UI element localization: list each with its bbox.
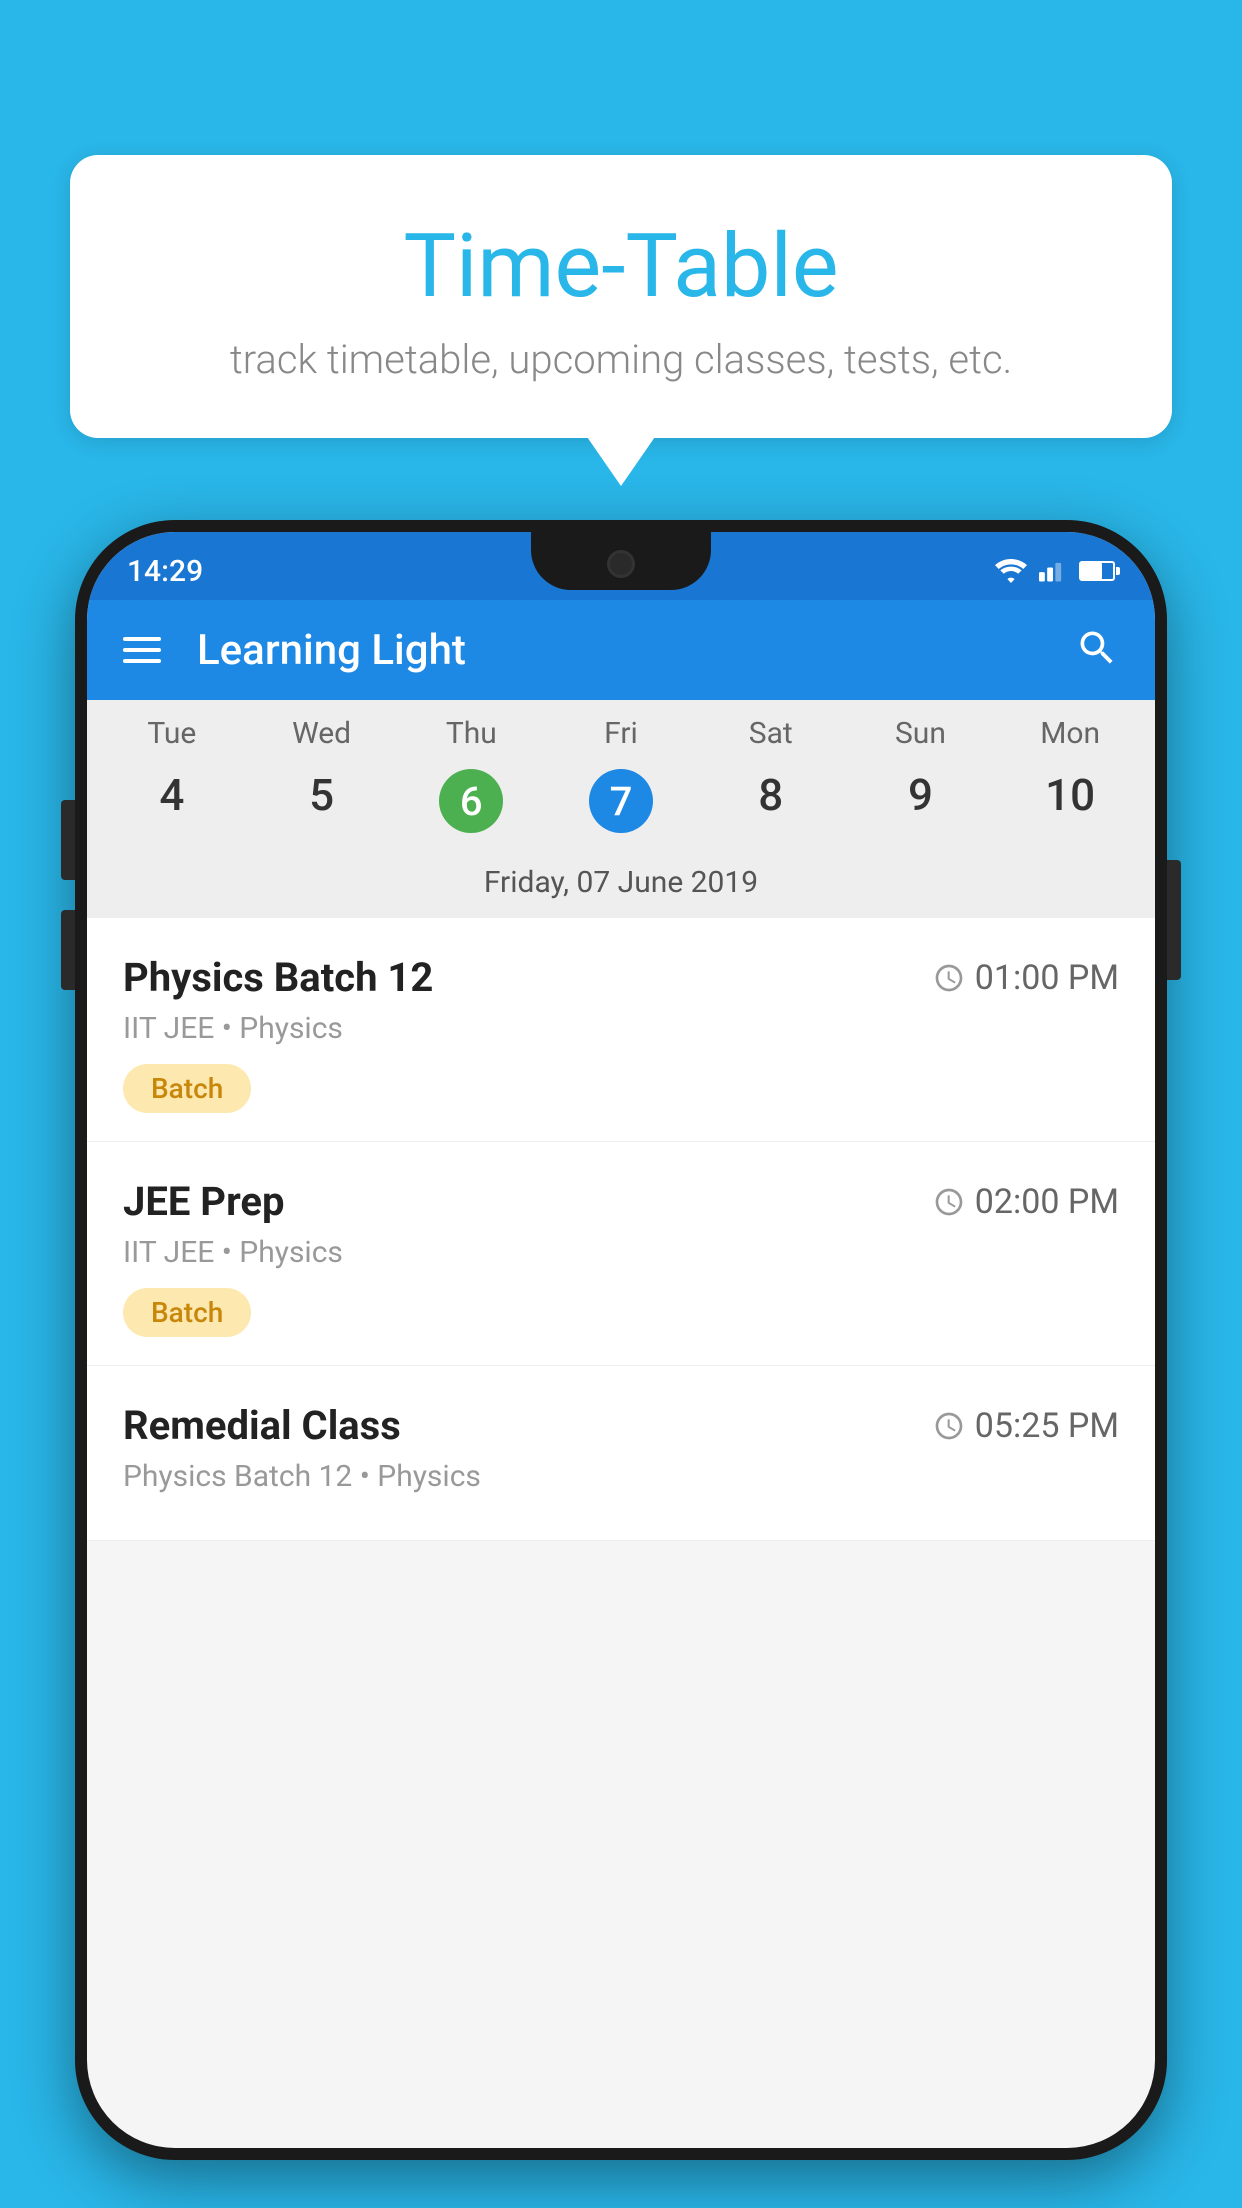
wifi-icon	[995, 559, 1027, 583]
day-numbers: 4 5 6 7 8 9 10	[87, 761, 1155, 855]
day-4[interactable]: 4	[97, 761, 247, 841]
class-item-physics-batch[interactable]: Physics Batch 12 01:00 PM IIT JEE • Phys…	[87, 918, 1155, 1142]
hamburger-line-2	[123, 648, 161, 652]
menu-button[interactable]	[123, 637, 161, 663]
volume-down-button[interactable]	[61, 910, 75, 990]
app-title: Learning Light	[197, 626, 1039, 675]
calendar-strip: Tue Wed Thu Fri Sat Sun Mon 4 5 6 7	[87, 700, 1155, 918]
search-button[interactable]	[1075, 626, 1119, 674]
day-9[interactable]: 9	[846, 761, 996, 841]
phone-screen: 14:29	[87, 532, 1155, 2148]
day-5[interactable]: 5	[247, 761, 397, 841]
app-feature-title: Time-Table	[120, 215, 1122, 318]
day-header-sat: Sat	[696, 716, 846, 761]
day-6[interactable]: 6	[396, 761, 546, 841]
day-8[interactable]: 8	[696, 761, 846, 841]
class-item-header-1: Physics Batch 12 01:00 PM	[123, 954, 1119, 1001]
time-text-2: 02:00 PM	[975, 1182, 1119, 1222]
class-time-1: 01:00 PM	[933, 958, 1119, 998]
class-item-remedial[interactable]: Remedial Class 05:25 PM Physics Batch 12…	[87, 1366, 1155, 1541]
batch-badge-1: Batch	[123, 1064, 251, 1113]
battery-icon	[1079, 561, 1115, 581]
phone-notch	[531, 532, 711, 590]
batch-badge-2: Batch	[123, 1288, 251, 1337]
speech-bubble: Time-Table track timetable, upcoming cla…	[70, 155, 1172, 438]
class-subtitle-3: Physics Batch 12 • Physics	[123, 1459, 1119, 1494]
class-item-header-2: JEE Prep 02:00 PM	[123, 1178, 1119, 1225]
clock-icon-3	[933, 1410, 965, 1442]
class-name-1: Physics Batch 12	[123, 954, 433, 1001]
class-name-3: Remedial Class	[123, 1402, 401, 1449]
volume-up-button[interactable]	[61, 800, 75, 880]
front-camera	[607, 550, 635, 578]
phone-mockup: 14:29	[75, 520, 1167, 2208]
day-header-mon: Mon	[995, 716, 1145, 761]
class-time-2: 02:00 PM	[933, 1182, 1119, 1222]
class-name-2: JEE Prep	[123, 1178, 284, 1225]
day-7[interactable]: 7	[546, 761, 696, 841]
status-icons	[995, 559, 1115, 583]
search-icon	[1075, 626, 1119, 670]
day-10[interactable]: 10	[995, 761, 1145, 841]
class-subtitle-2: IIT JEE • Physics	[123, 1235, 1119, 1270]
signal-icon	[1039, 559, 1067, 583]
status-time: 14:29	[127, 554, 203, 589]
class-time-3: 05:25 PM	[933, 1406, 1119, 1446]
power-button[interactable]	[1167, 860, 1181, 980]
class-list: Physics Batch 12 01:00 PM IIT JEE • Phys…	[87, 918, 1155, 1541]
app-bar: Learning Light	[87, 600, 1155, 700]
clock-icon-2	[933, 1186, 965, 1218]
day-headers: Tue Wed Thu Fri Sat Sun Mon	[87, 716, 1155, 761]
time-text-3: 05:25 PM	[975, 1406, 1119, 1446]
day-header-fri: Fri	[546, 716, 696, 761]
day-header-wed: Wed	[247, 716, 397, 761]
hamburger-line-1	[123, 637, 161, 641]
clock-icon-1	[933, 962, 965, 994]
class-item-header-3: Remedial Class 05:25 PM	[123, 1402, 1119, 1449]
time-text-1: 01:00 PM	[975, 958, 1119, 998]
class-subtitle-1: IIT JEE • Physics	[123, 1011, 1119, 1046]
app-feature-subtitle: track timetable, upcoming classes, tests…	[120, 336, 1122, 383]
day-header-thu: Thu	[396, 716, 546, 761]
phone-frame: 14:29	[75, 520, 1167, 2160]
day-header-sun: Sun	[846, 716, 996, 761]
selected-date: Friday, 07 June 2019	[87, 855, 1155, 918]
class-item-jee-prep[interactable]: JEE Prep 02:00 PM IIT JEE • Physics Batc…	[87, 1142, 1155, 1366]
day-header-tue: Tue	[97, 716, 247, 761]
hamburger-line-3	[123, 659, 161, 663]
